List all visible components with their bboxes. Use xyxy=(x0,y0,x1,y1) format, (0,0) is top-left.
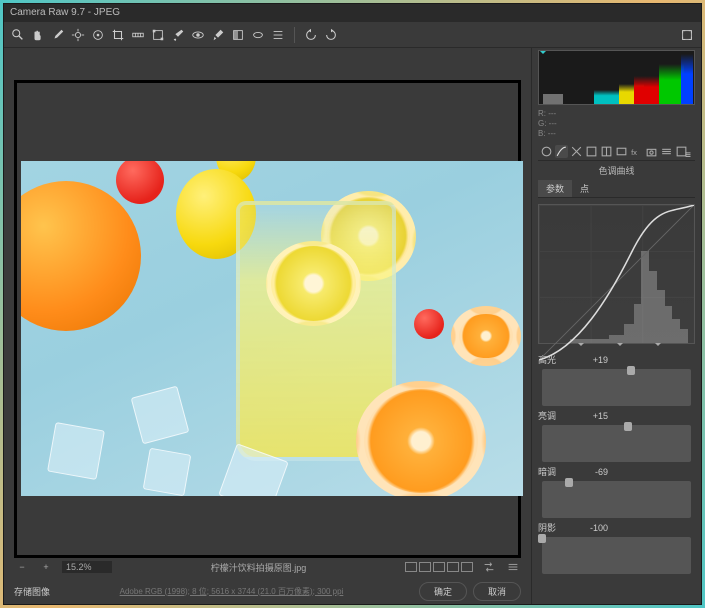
tab-hsl-icon[interactable] xyxy=(585,145,598,158)
redeye-icon[interactable] xyxy=(190,27,206,43)
b-value: B: --- xyxy=(538,129,695,139)
curve-subtabs: 参数 点 xyxy=(538,180,695,198)
slider-track-lights[interactable] xyxy=(542,425,691,462)
zoom-value[interactable]: 15.2% xyxy=(62,561,112,573)
view-mode-icon[interactable] xyxy=(433,562,445,572)
g-value: G: --- xyxy=(538,119,695,129)
separator xyxy=(294,27,295,43)
tab-split-icon[interactable] xyxy=(600,145,613,158)
tab-fx-icon[interactable]: fx xyxy=(630,145,643,158)
side-panel: R: --- G: --- B: --- fx 色调曲线 ≡ 参数 点 xyxy=(531,48,701,604)
targeted-adjust-icon[interactable] xyxy=(90,27,106,43)
spot-removal-icon[interactable] xyxy=(170,27,186,43)
tone-curve-chart[interactable] xyxy=(538,204,695,344)
view-mode-buttons[interactable] xyxy=(405,562,473,572)
hand-icon[interactable] xyxy=(30,27,46,43)
slider-thumb[interactable] xyxy=(565,478,573,487)
eyedropper-icon[interactable] xyxy=(50,27,66,43)
slider-value[interactable]: -69 xyxy=(578,467,608,477)
subtab-point[interactable]: 点 xyxy=(572,180,597,197)
view-mode-icon[interactable] xyxy=(405,562,417,572)
toolbar xyxy=(4,22,701,48)
slider-track-shadows[interactable] xyxy=(542,537,691,574)
subtab-parametric[interactable]: 参数 xyxy=(538,180,572,197)
rotate-cw-icon[interactable] xyxy=(323,27,339,43)
filename-label: 柠檬汁饮料拍摄原图.jpg xyxy=(120,561,397,574)
fullscreen-icon[interactable] xyxy=(679,27,695,43)
panel-tabs: fx xyxy=(538,143,695,161)
slider-darks: 暗调 -69 xyxy=(538,465,695,478)
transform-icon[interactable] xyxy=(150,27,166,43)
slider-thumb[interactable] xyxy=(627,366,635,375)
radial-icon[interactable] xyxy=(250,27,266,43)
curve-marker[interactable] xyxy=(655,343,661,349)
zoom-bar: − + 15.2% 柠檬汁饮料拍摄原图.jpg xyxy=(14,558,521,576)
tab-curves-icon[interactable] xyxy=(555,145,568,158)
tab-camera-icon[interactable] xyxy=(645,145,658,158)
slider-thumb[interactable] xyxy=(624,422,632,431)
preferences-icon[interactable] xyxy=(270,27,286,43)
zoom-out-button[interactable]: − xyxy=(14,562,30,572)
r-value: R: --- xyxy=(538,109,695,119)
slider-track-darks[interactable] xyxy=(542,481,691,518)
preview-panel: − + 15.2% 柠檬汁饮料拍摄原图.jpg 存储图像 Adobe RGB (… xyxy=(4,48,531,604)
main-area: − + 15.2% 柠檬汁饮料拍摄原图.jpg 存储图像 Adobe RGB (… xyxy=(4,48,701,604)
color-sampler-icon[interactable] xyxy=(70,27,86,43)
straighten-icon[interactable] xyxy=(130,27,146,43)
workflow-options-link[interactable]: Adobe RGB (1998); 8 位; 5616 x 3744 (21.0… xyxy=(50,586,413,597)
swap-icon[interactable] xyxy=(481,559,497,575)
bottom-bar: 存储图像 Adobe RGB (1998); 8 位; 5616 x 3744 … xyxy=(4,578,531,604)
tab-basic-icon[interactable] xyxy=(540,145,553,158)
tab-presets-icon[interactable] xyxy=(660,145,673,158)
crop-icon[interactable] xyxy=(110,27,126,43)
gradient-icon[interactable] xyxy=(230,27,246,43)
zoom-icon[interactable] xyxy=(10,27,26,43)
save-image-button[interactable]: 存储图像 xyxy=(14,585,50,598)
slider-track-highlights[interactable] xyxy=(542,369,691,406)
panel-menu-icon[interactable]: ≡ xyxy=(685,150,691,161)
rgb-readout: R: --- G: --- B: --- xyxy=(538,109,695,139)
slider-lights: 亮调 +15 xyxy=(538,409,695,422)
view-mode-icon[interactable] xyxy=(419,562,431,572)
menu-icon[interactable] xyxy=(505,559,521,575)
panel-title: 色调曲线 xyxy=(538,164,695,177)
slider-label: 亮调 xyxy=(538,409,578,422)
cancel-button[interactable]: 取消 xyxy=(473,582,521,601)
app-window: Camera Raw 9.7 - JPEG xyxy=(3,3,702,605)
zoom-in-button[interactable]: + xyxy=(38,562,54,572)
slider-thumb[interactable] xyxy=(538,534,546,543)
shadow-clip-icon[interactable] xyxy=(539,50,547,58)
rotate-ccw-icon[interactable] xyxy=(303,27,319,43)
curve-marker[interactable] xyxy=(578,343,584,349)
tab-detail-icon[interactable] xyxy=(570,145,583,158)
slider-value[interactable]: +15 xyxy=(578,411,608,421)
ok-button[interactable]: 确定 xyxy=(419,582,467,601)
view-mode-icon[interactable] xyxy=(447,562,459,572)
svg-text:fx: fx xyxy=(631,148,637,157)
window-title: Camera Raw 9.7 - JPEG xyxy=(10,7,120,18)
main-histogram[interactable] xyxy=(538,50,695,105)
curve-marker[interactable] xyxy=(617,343,623,349)
slider-label: 暗调 xyxy=(538,465,578,478)
view-mode-icon[interactable] xyxy=(461,562,473,572)
slider-label: 阴影 xyxy=(538,521,578,534)
titlebar: Camera Raw 9.7 - JPEG xyxy=(4,4,701,22)
brush-icon[interactable] xyxy=(210,27,226,43)
slider-shadows: 阴影 -100 xyxy=(538,521,695,534)
slider-value[interactable]: -100 xyxy=(578,523,608,533)
preview-image[interactable] xyxy=(21,161,523,496)
tab-lens-icon[interactable] xyxy=(615,145,628,158)
